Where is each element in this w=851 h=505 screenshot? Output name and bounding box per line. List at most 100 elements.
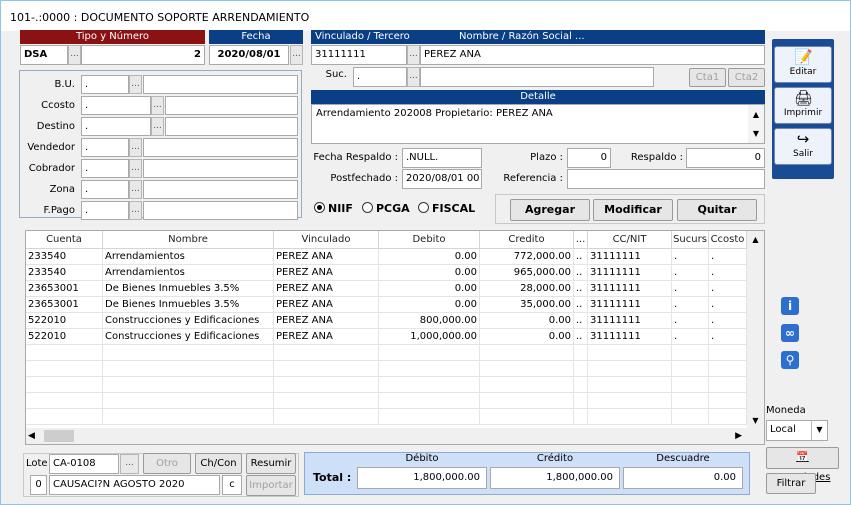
table-row[interactable] (26, 361, 748, 377)
respaldo-field[interactable]: 0 (686, 148, 765, 168)
lote-description-field[interactable]: CAUSACI?N AGOSTO 2020 (49, 475, 220, 495)
salir-button[interactable]: ↪ Salir (774, 128, 832, 165)
grid-cell[interactable] (672, 377, 709, 393)
table-row[interactable]: 233540 Arrendamientos PEREZ ANA 0.00 772,000… (26, 249, 752, 265)
grid-cell[interactable]: Construcciones y Edificaciones (103, 329, 274, 345)
fpago-name-field[interactable] (143, 201, 298, 220)
grid-cell[interactable]: 31111111 (588, 313, 672, 329)
fecha-respaldo-field[interactable]: .NULL. (402, 148, 482, 168)
grid-cell[interactable] (274, 393, 379, 409)
zona-field[interactable]: . (81, 180, 129, 199)
table-row[interactable]: 23653001 De Bienes Inmuebles 3.5% PEREZ AN… (26, 281, 752, 297)
ccosto-name-field[interactable] (165, 96, 298, 115)
grid-cell[interactable] (379, 345, 480, 361)
grid-cell[interactable]: 522010 (26, 329, 103, 345)
grid-cell[interactable]: Arrendamientos (103, 249, 274, 265)
editar-button[interactable]: 📝 Editar (774, 46, 832, 83)
grid-cell[interactable]: 233540 (26, 249, 103, 265)
grid-cell[interactable] (274, 361, 379, 377)
grid-cell[interactable] (26, 377, 103, 393)
grid-cell[interactable] (480, 393, 574, 409)
lote-field[interactable]: CA-0108 (49, 454, 119, 474)
table-row[interactable] (26, 409, 748, 425)
importar-button[interactable]: Importar (246, 475, 296, 496)
referencia-field[interactable] (567, 169, 765, 189)
grid-cell[interactable]: 0.00 (480, 329, 574, 345)
grid-cell[interactable]: 31111111 (588, 297, 672, 313)
grid-cell[interactable]: 0.00 (379, 281, 480, 297)
grid-cell[interactable] (274, 377, 379, 393)
postfechado-field[interactable]: 2020/08/01 00 (402, 169, 482, 189)
column-header[interactable]: Credito (480, 231, 574, 248)
destino-lookup-button[interactable]: ... (151, 117, 164, 136)
grid-cell[interactable] (709, 393, 747, 409)
grid-vscroll[interactable]: ▲ ▼ (747, 231, 764, 429)
grid-cell[interactable]: 772,000.00 (480, 249, 574, 265)
grid-scroll-down-icon[interactable]: ▼ (747, 412, 764, 429)
destino-name-field[interactable] (165, 117, 298, 136)
grid-hscroll[interactable]: ◀ ▶ (26, 428, 764, 444)
quitar-button[interactable]: Quitar (677, 199, 757, 221)
grid-cell[interactable] (379, 393, 480, 409)
table-row[interactable]: 522010 Construcciones y Edificaciones PERE… (26, 313, 759, 329)
grid-cell[interactable]: . (672, 249, 709, 265)
bu-name-field[interactable] (143, 75, 298, 94)
cobrador-field[interactable]: . (81, 159, 129, 178)
column-header[interactable]: Debito (379, 231, 480, 248)
grid-cell[interactable] (480, 409, 574, 425)
vendedor-name-field[interactable] (143, 138, 298, 157)
destino-field[interactable]: . (81, 117, 151, 136)
grid-cell[interactable] (379, 377, 480, 393)
magnifier-icon[interactable]: ⚲ (781, 351, 799, 369)
grid-cell[interactable]: . (709, 281, 747, 297)
grid-cell[interactable]: 31111111 (588, 249, 672, 265)
vendedor-field[interactable]: . (81, 138, 129, 157)
grid-cell[interactable]: . (672, 329, 709, 345)
otro-button[interactable]: Otro (143, 453, 191, 474)
column-header[interactable]: CC/NIT (588, 231, 672, 248)
grid-cell[interactable] (103, 409, 274, 425)
cobrador-name-field[interactable] (143, 159, 298, 178)
agregar-button[interactable]: Agregar (510, 199, 590, 221)
novedades-button[interactable]: 📅 Novedades (766, 447, 839, 483)
grid-cell[interactable]: 800,000.00 (379, 313, 480, 329)
grid-cell[interactable]: .. (574, 265, 588, 281)
grid-cell[interactable]: . (672, 297, 709, 313)
grid-cell[interactable]: . (709, 297, 747, 313)
nombre-field[interactable]: PEREZ ANA (420, 45, 765, 65)
grid-cell[interactable] (588, 361, 672, 377)
grid-cell[interactable] (26, 345, 103, 361)
table-row[interactable]: 23653001 De Bienes Inmuebles 3.5% PEREZ AN… (26, 297, 752, 313)
plazo-field[interactable]: 0 (567, 148, 611, 168)
chcon-button[interactable]: Ch/Con (195, 453, 242, 474)
grid-cell[interactable]: .. (574, 249, 588, 265)
vinculado-lookup-button[interactable]: ... (407, 45, 420, 65)
moneda-select[interactable]: Local ▼ (766, 420, 828, 441)
grid-cell[interactable] (709, 409, 747, 425)
grid-cell[interactable]: . (672, 281, 709, 297)
grid-cell[interactable] (274, 345, 379, 361)
grid-cell[interactable] (588, 345, 672, 361)
grid-cell[interactable] (103, 345, 274, 361)
chevron-down-icon[interactable]: ▼ (811, 421, 827, 440)
grid-cell[interactable]: Arrendamientos (103, 265, 274, 281)
grid-cell[interactable]: 1,000,000.00 (379, 329, 480, 345)
lote-num-field[interactable]: 0 (30, 475, 47, 495)
grid-cell[interactable]: De Bienes Inmuebles 3.5% (103, 281, 274, 297)
grid-cell[interactable] (588, 409, 672, 425)
grid-cell[interactable] (574, 409, 588, 425)
grid-cell[interactable]: PEREZ ANA (274, 313, 379, 329)
grid-cell[interactable]: 28,000.00 (480, 281, 574, 297)
grid-cell[interactable] (574, 361, 588, 377)
grid-cell[interactable] (26, 409, 103, 425)
grid-cell[interactable]: 0.00 (379, 249, 480, 265)
grid-cell[interactable] (480, 361, 574, 377)
grid-hscroll-thumb[interactable] (44, 430, 74, 442)
grid-cell[interactable]: 35,000.00 (480, 297, 574, 313)
grid-cell[interactable] (672, 409, 709, 425)
grid-cell[interactable]: 0.00 (379, 265, 480, 281)
grid-cell[interactable]: .. (574, 281, 588, 297)
ccosto-field[interactable]: . (81, 96, 151, 115)
grid-cell[interactable]: PEREZ ANA (274, 297, 379, 313)
grid-cell[interactable]: 522010 (26, 313, 103, 329)
